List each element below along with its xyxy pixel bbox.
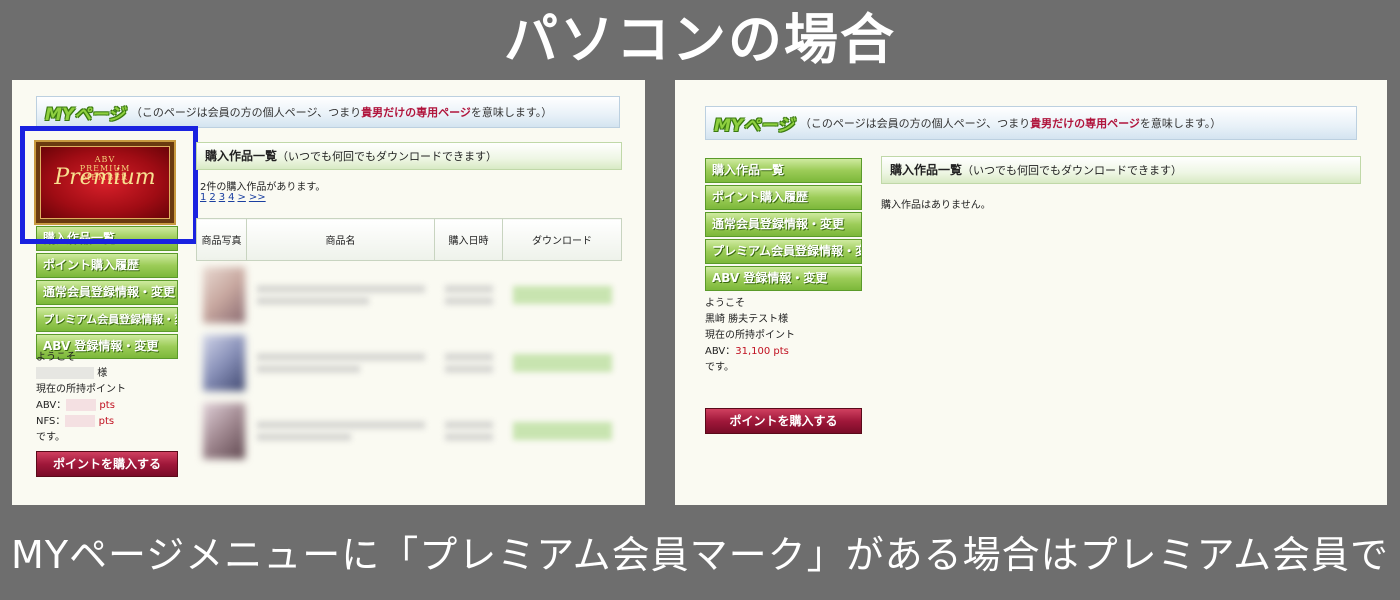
menu-item-premium-member-info[interactable]: プレミアム会員登録情報・変更 (705, 239, 862, 264)
blurred-username (36, 367, 94, 379)
premium-mark-highlight-box (20, 126, 198, 244)
mypage-title: MYページ (714, 115, 794, 136)
col-header-download: ダウンロード (502, 218, 622, 261)
mypage-description: （このページは会員の方の個人ページ、つまり貴男だけの専用ページを意味します。） (130, 106, 553, 119)
col-header-photo: 商品写真 (196, 218, 247, 261)
col-header-date: 購入日時 (434, 218, 503, 261)
section-header-purchased: 購入作品一覧（いつでも何回でもダウンロードできます） (881, 156, 1361, 184)
menu-item-regular-member-info[interactable]: 通常会員登録情報・変更 (705, 212, 862, 237)
mypage-description: （このページは会員の方の個人ページ、つまり貴男だけの専用ページを意味します。） (799, 117, 1222, 130)
pager-link[interactable]: >> (249, 192, 266, 203)
purchase-table: 商品写真 商品名 購入日時 ダウンロード (196, 218, 622, 465)
welcome-box: ようこそ 様 現在の所持ポイント ABV： pts NFS： pts です。 (36, 352, 126, 443)
menu-item-abv-info[interactable]: ABV 登録情報・変更 (705, 266, 862, 291)
menu-item-regular-member-info[interactable]: 通常会員登録情報・変更 (36, 280, 178, 305)
buy-points-button[interactable]: ポイントを購入する (36, 451, 178, 477)
menu-item-point-history[interactable]: ポイント購入履歴 (36, 253, 178, 278)
buy-points-button[interactable]: ポイントを購入する (705, 408, 862, 434)
mypage-title: MYページ (45, 104, 125, 125)
pager-link[interactable]: 3 (219, 192, 225, 203)
section-header-purchased: 購入作品一覧（いつでも何回でもダウンロードできます） (196, 142, 622, 170)
left-screenshot-panel: MYページ （このページは会員の方の個人ページ、つまり貴男だけの専用ページを意味… (12, 80, 645, 505)
pager-link[interactable]: > (238, 192, 246, 203)
table-row (197, 397, 622, 465)
pager-link[interactable]: 4 (228, 192, 234, 203)
abv-points: 31,100 pts (735, 346, 789, 357)
col-header-name: 商品名 (246, 218, 435, 261)
menu-item-premium-member-info[interactable]: プレミアム会員登録情報・変更 (36, 307, 178, 332)
table-row (197, 261, 622, 329)
caption: MYページメニューに「プレミアム会員マーク」がある場合はプレミアム会員です。 (11, 533, 1389, 577)
mypage-menu: 購入作品一覧 ポイント購入履歴 通常会員登録情報・変更 プレミアム会員登録情報・… (36, 226, 178, 361)
mypage-menu: 購入作品一覧 ポイント購入履歴 通常会員登録情報・変更 プレミアム会員登録情報・… (705, 158, 862, 293)
right-screenshot-panel: MYページ （このページは会員の方の個人ページ、つまり貴男だけの専用ページを意味… (675, 80, 1387, 505)
table-row (197, 329, 622, 397)
empty-message: 購入作品はありません。 (881, 200, 991, 211)
pager-link[interactable]: 1 (200, 192, 206, 203)
mypage-header: MYページ （このページは会員の方の個人ページ、つまり貴男だけの専用ページを意味… (705, 106, 1357, 140)
mypage-header: MYページ （このページは会員の方の個人ページ、つまり貴男だけの専用ページを意味… (36, 96, 620, 128)
purchase-count: 2件の購入作品があります。 (200, 182, 326, 193)
pager: 1 2 3 4 > >> (200, 192, 269, 203)
pager-link[interactable]: 2 (209, 192, 215, 203)
welcome-box: ようこそ 黒崎 勝夫テスト様 現在の所持ポイント ABV：31,100 pts … (705, 296, 865, 376)
menu-item-purchased[interactable]: 購入作品一覧 (705, 158, 862, 183)
page-title: パソコンの場合 (504, 8, 896, 71)
user-name: 黒崎 勝夫テスト様 (705, 314, 789, 325)
menu-item-point-history[interactable]: ポイント購入履歴 (705, 185, 862, 210)
